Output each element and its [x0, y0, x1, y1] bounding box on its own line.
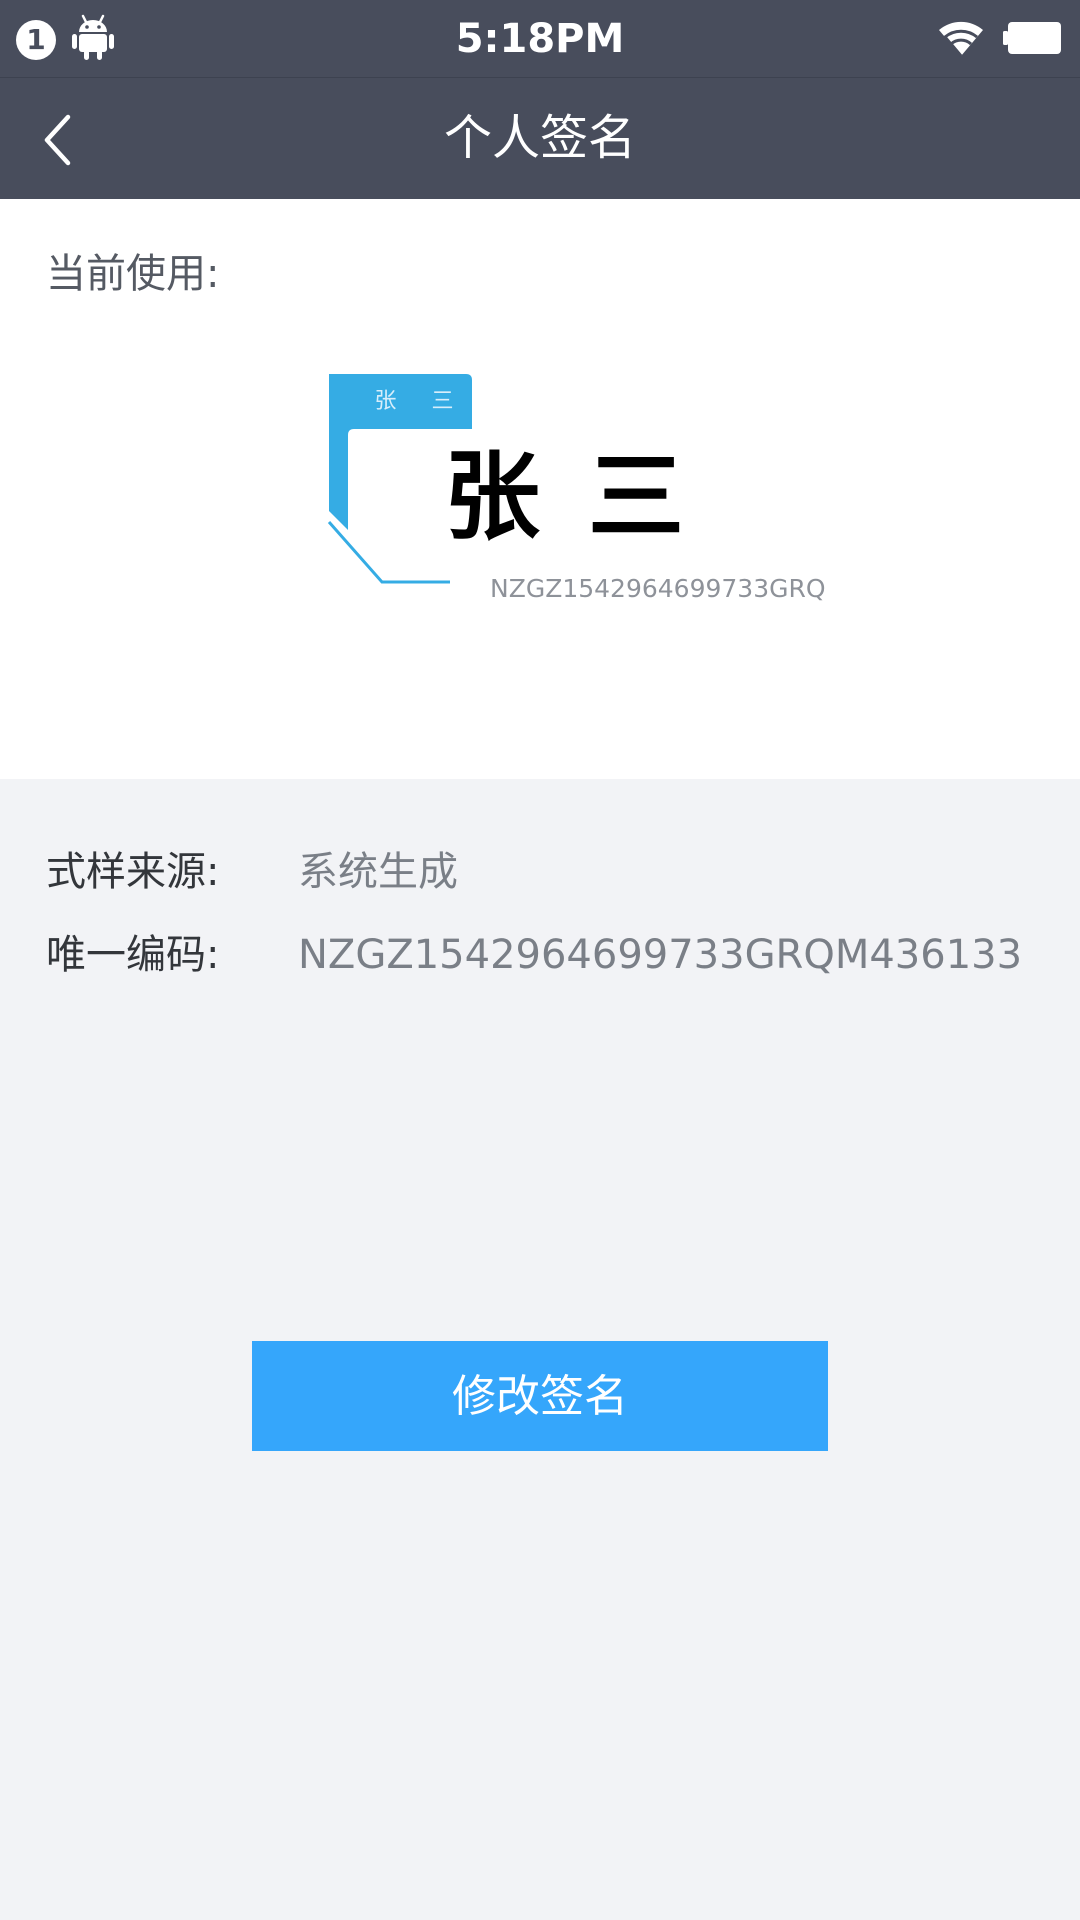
wifi-icon — [939, 21, 983, 57]
code-label: 唯一编码: — [46, 932, 220, 978]
signature-seal: 张 三 张三 NZGZ1542964699733GRQM — [326, 372, 826, 612]
battery-icon — [1003, 22, 1061, 54]
info-row-code: 唯一编码: NZGZ1542964699733GRQM436133 — [46, 925, 1046, 985]
modify-signature-button[interactable]: 修改签名 — [252, 1341, 828, 1451]
code-value: NZGZ1542964699733GRQM436133 — [298, 932, 1023, 978]
source-value: 系统生成 — [298, 849, 458, 895]
chevron-left-icon — [44, 114, 71, 166]
seal-name: 张三 — [444, 440, 732, 553]
status-time: 5:18PM — [455, 16, 625, 62]
title-bar: 个人签名 — [0, 77, 1080, 199]
status-bar: 1 5:18PM — [0, 0, 1080, 77]
screen: 1 5:18PM 个人签名 当前使用: 张 三 张三 NZGZ154296469… — [0, 0, 1080, 1920]
seal-tab-name: 张 三 — [374, 389, 468, 414]
page-title: 个人签名 — [443, 110, 636, 166]
current-signature-card: 当前使用: 张 三 张三 NZGZ1542964699733GRQM — [0, 199, 1080, 779]
source-label: 式样来源: — [46, 849, 220, 895]
seal-code: NZGZ1542964699733GRQM — [490, 574, 826, 603]
back-button[interactable] — [30, 103, 90, 173]
info-row-source: 式样来源: 系统生成 — [46, 842, 1046, 902]
current-use-label: 当前使用: — [46, 251, 220, 297]
